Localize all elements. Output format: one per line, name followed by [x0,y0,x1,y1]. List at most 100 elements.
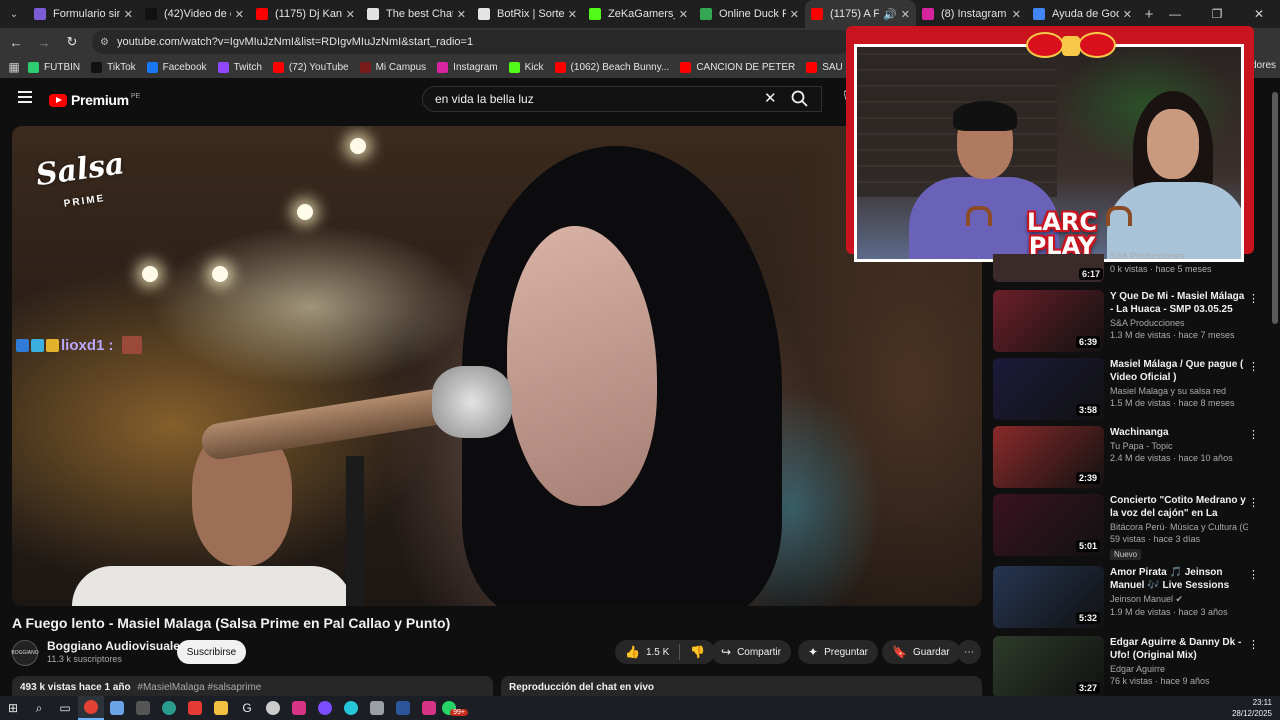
app-taskbar-icon[interactable]: G [234,696,260,720]
store-taskbar-icon[interactable] [104,696,130,720]
windows-start-icon[interactable]: ⊞ [0,696,26,720]
app-taskbar-icon[interactable] [286,696,312,720]
rec-channel[interactable]: Edgar Aguirre [1110,664,1248,674]
close-tab-icon[interactable]: ✕ [235,8,244,21]
bookmark-item[interactable]: Kick [508,61,544,73]
browser-tab[interactable]: (1175) A Fuego🔊 ✕ [805,0,916,28]
ask-button[interactable]: ✦ Preguntar [798,640,878,664]
save-button[interactable]: 🔖 Guardar [882,640,960,664]
more-actions-button[interactable]: ⋯ [957,640,981,664]
rec-title[interactable]: Masiel Málaga / Que pague ( Video Oficia… [1110,358,1248,384]
browser-tab[interactable]: Ayuda de Google ✕ [1027,0,1138,28]
forward-arrow-icon[interactable]: → [32,35,56,50]
browser-tab[interactable]: (42)Video de eme ✕ [139,0,250,28]
more-vert-icon[interactable]: ⋮ [1248,638,1259,651]
like-button[interactable]: 👍 1.5 K [615,640,679,664]
rec-thumbnail[interactable]: 3:58 [993,358,1104,420]
recommendation-item[interactable]: 6:39 Y Que De Mi - Masiel Málaga - La Hua… [993,290,1263,354]
minimize-icon[interactable]: — [1154,0,1196,28]
close-window-icon[interactable]: ✕ [1238,0,1280,28]
channel-avatar[interactable]: BOGGIANO [11,640,39,666]
search-taskbar-icon[interactable]: ⌕ [26,696,52,720]
bookmark-item[interactable]: (1062) Beach Bunny... [554,61,669,73]
rec-thumbnail[interactable]: 5:01 [993,494,1104,556]
rec-thumbnail[interactable]: 2:39 [993,426,1104,488]
close-tab-icon[interactable]: ✕ [790,8,799,21]
restore-icon[interactable]: ❐ [1196,0,1238,28]
menu-hamburger-icon[interactable] [18,91,32,106]
close-tab-icon[interactable]: ✕ [1012,8,1021,21]
rec-title[interactable]: Edgar Aguirre & Danny Dk - Ufo! (Origina… [1110,636,1248,662]
browser-tab[interactable]: BotRix | Sorteos ✕ [472,0,583,28]
share-button[interactable]: ↪ Compartir [711,640,791,664]
more-vert-icon[interactable]: ⋮ [1248,496,1259,509]
rec-channel[interactable]: Tu Papa - Topic [1110,441,1248,451]
recommendation-item[interactable]: 3:58 Masiel Málaga / Que pague ( Video Of… [993,358,1263,422]
browser-tab[interactable]: (8) Instagram ✕ [916,0,1027,28]
rec-title[interactable]: Concierto "Cotito Medrano y la voz del c… [1110,494,1248,520]
bookmark-item[interactable]: FUTBIN [28,61,80,73]
close-tab-icon[interactable]: ✕ [901,8,910,21]
page-scrollbar[interactable] [1272,92,1278,324]
rec-title[interactable]: Y Que De Mi - Masiel Málaga - La Huaca -… [1110,290,1248,316]
anydesk-taskbar-icon[interactable] [182,696,208,720]
audio-playing-icon[interactable]: 🔊 [883,8,897,21]
app-taskbar-icon[interactable] [130,696,156,720]
close-tab-icon[interactable]: ✕ [124,8,133,21]
edge-taskbar-icon[interactable] [156,696,182,720]
close-tab-icon[interactable]: ✕ [457,8,466,21]
back-arrow-icon[interactable]: ← [4,35,28,50]
explorer-taskbar-icon[interactable] [208,696,234,720]
close-tab-icon[interactable]: ✕ [1123,8,1132,21]
reload-icon[interactable]: ↻ [60,34,84,50]
rec-thumbnail[interactable]: 6:39 [993,290,1104,352]
clear-search-icon[interactable]: ✕ [764,89,777,107]
address-bar[interactable]: ⚙ youtube.com/watch?v=IgvMIuJzNmI&list=R… [92,30,852,54]
task-view-icon[interactable]: ▭ [52,696,78,720]
rec-partial-meta[interactable]: S&A Producciones 0 k vistas · hace 5 mes… [1110,251,1260,274]
app-taskbar-icon[interactable] [312,696,338,720]
recommendation-item[interactable]: 5:32 Amor Pirata 🎵 Jeinson Manuel 🎶 Live … [993,566,1263,630]
whatsapp-taskbar-icon[interactable]: 99+ [442,696,468,720]
more-vert-icon[interactable]: ⋮ [1248,292,1259,305]
bookmark-item[interactable]: CANCION DE PETER [680,61,795,73]
recommendation-item[interactable]: 3:27 Edgar Aguirre & Danny Dk - Ufo! (Ori… [993,636,1263,700]
bookmark-item[interactable]: Twitch [217,61,262,73]
more-vert-icon[interactable]: ⋮ [1248,360,1259,373]
site-info-icon[interactable]: ⚙ [100,37,109,48]
rec-thumbnail[interactable]: 5:32 [993,566,1104,628]
rec-channel[interactable]: Jeinson Manuel ✔ [1110,594,1248,605]
more-vert-icon[interactable]: ⋮ [1248,568,1259,581]
more-vert-icon[interactable]: ⋮ [1248,428,1259,441]
search-input[interactable]: en vida la bella luz [422,86,822,112]
bookmark-item[interactable]: SAU [806,61,843,73]
hashtags[interactable]: #MasielMalaga #salsaprime [137,682,261,693]
bookmark-other[interactable]: dores [1251,60,1276,71]
calculator-taskbar-icon[interactable] [364,696,390,720]
bookmark-item[interactable]: (72) YouTube [272,61,349,73]
rec-channel[interactable]: S&A Producciones [1110,318,1248,328]
app-taskbar-icon[interactable] [416,696,442,720]
apps-grid-icon[interactable]: ▦ [0,60,28,74]
channel-name[interactable]: Boggiano Audiovisuales [47,639,187,653]
browser-tab[interactable]: ZeKaGamers_Ofic ✕ [583,0,694,28]
youtube-logo[interactable]: Premium PE [49,92,140,108]
bookmark-item[interactable]: Mi Campus [359,61,426,73]
recommendation-item[interactable]: 5:01 Concierto "Cotito Medrano y la voz d… [993,494,1263,560]
close-tab-icon[interactable]: ✕ [568,8,577,21]
recommendation-item[interactable]: 2:39 Wachinanga Tu Papa - Topic 2.4 M de vi… [993,426,1263,490]
rec-title[interactable]: Amor Pirata 🎵 Jeinson Manuel 🎶 Live Sess… [1110,566,1248,592]
tab-search-icon[interactable]: ⌄ [0,0,28,28]
video-player[interactable]: Salsa PRIME lioxd1 : [12,126,982,606]
close-tab-icon[interactable]: ✕ [679,8,688,21]
system-clock[interactable]: 23:11 28/12/2025 [1232,697,1272,719]
rec-title[interactable]: Wachinanga [1110,426,1248,439]
browser-tab[interactable]: (1175) Dj Kantik - ✕ [250,0,361,28]
subscribe-button[interactable]: Suscribirse [177,640,246,664]
app-taskbar-icon[interactable] [260,696,286,720]
app-taskbar-icon[interactable] [338,696,364,720]
bookmark-item[interactable]: Instagram [437,61,498,73]
browser-tab[interactable]: Online Duck Race ✕ [694,0,805,28]
rec-channel[interactable]: Masiel Malaga y su salsa red [1110,386,1248,396]
rec-channel[interactable]: Bitácora Perú· Música y Cultura (Gonzal.… [1110,522,1248,532]
